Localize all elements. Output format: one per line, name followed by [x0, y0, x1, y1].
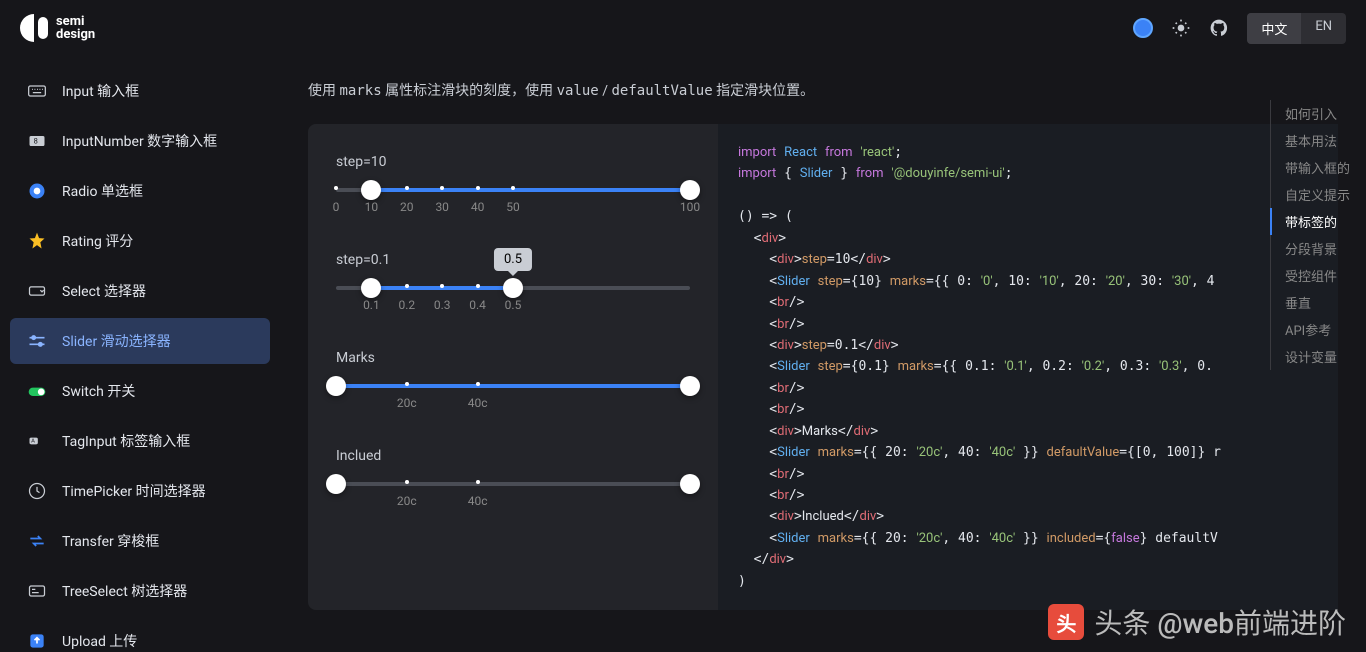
keyboard-icon [26, 80, 48, 102]
toc-item[interactable]: 设计变量 [1285, 343, 1350, 370]
slider-tooltip: 0.5 [494, 248, 532, 271]
theme-color-icon[interactable] [1133, 18, 1153, 38]
clock-icon [26, 480, 48, 502]
watermark-icon: 头 [1048, 604, 1084, 640]
svg-text:8: 8 [34, 137, 38, 146]
slider-handle[interactable] [680, 180, 700, 200]
toc-item[interactable]: 受控组件 [1285, 262, 1350, 289]
select-icon [26, 280, 48, 302]
toc-item[interactable]: 如何引入 [1285, 100, 1350, 127]
slider-s3: Marks20c40c [336, 350, 690, 412]
tree-icon [26, 580, 48, 602]
lang-zh-button[interactable]: 中文 [1247, 13, 1301, 44]
sidebar-item-switch[interactable]: Switch 开关 [10, 368, 270, 414]
watermark: 头 头条 @web前端进阶 [1048, 602, 1346, 642]
transfer-icon [26, 530, 48, 552]
sidebar-item-number[interactable]: 8 InputNumber 数字输入框 [10, 118, 270, 164]
star-icon [26, 230, 48, 252]
header-actions: 中文 EN [1133, 13, 1346, 44]
sidebar-item-tree[interactable]: TreeSelect 树选择器 [10, 568, 270, 614]
slider-track[interactable] [336, 384, 690, 388]
slider-track[interactable] [336, 482, 690, 486]
toc-item[interactable]: 带标签的 [1270, 208, 1350, 235]
slider-track[interactable] [336, 188, 690, 192]
toc-item[interactable]: 带输入框的 [1285, 154, 1350, 181]
github-icon[interactable] [1209, 18, 1229, 38]
demo-preview: step=1001020304050100 step=0.10.50.10.20.… [308, 124, 718, 610]
sidebar-item-label: TagInput 标签输入框 [62, 431, 190, 451]
sidebar-item-tag[interactable]: A TagInput 标签输入框 [10, 418, 270, 464]
sidebar-item-label: Radio 单选框 [62, 181, 143, 201]
slider-handle[interactable] [680, 474, 700, 494]
toc-item[interactable]: API参考 [1285, 316, 1350, 343]
switch-icon [26, 380, 48, 402]
sidebar-item-star[interactable]: Rating 评分 [10, 218, 270, 264]
sidebar-item-slider[interactable]: Slider 滑动选择器 [10, 318, 270, 364]
slider-label: Marks [336, 350, 690, 366]
sidebar-item-transfer[interactable]: Transfer 穿梭框 [10, 518, 270, 564]
slider-handle[interactable] [361, 278, 381, 298]
sidebar-item-label: Switch 开关 [62, 381, 135, 401]
sidebar-item-select[interactable]: Select 选择器 [10, 268, 270, 314]
slider-track[interactable]: 0.5 [336, 286, 690, 290]
slider-handle[interactable] [503, 278, 523, 298]
slider-s4: Inclued20c40c [336, 448, 690, 510]
tag-icon: A [26, 430, 48, 452]
sidebar-item-clock[interactable]: TimePicker 时间选择器 [10, 468, 270, 514]
sidebar-item-label: Rating 评分 [62, 231, 133, 251]
lang-en-button[interactable]: EN [1301, 13, 1346, 44]
sidebar: Input 输入框 8 InputNumber 数字输入框 Radio 单选框 Rati… [0, 56, 280, 652]
toc-item[interactable]: 垂直 [1285, 289, 1350, 316]
theme-toggle-icon[interactable] [1171, 18, 1191, 38]
code-panel: import React from 'react'; import { Slid… [718, 124, 1338, 610]
slider-handle[interactable] [326, 474, 346, 494]
slider-label: Inclued [336, 448, 690, 464]
sidebar-item-label: Transfer 穿梭框 [62, 531, 159, 551]
slider-handle[interactable] [680, 376, 700, 396]
sidebar-item-label: Select 选择器 [62, 281, 146, 301]
content: 使用 marks 属性标注滑块的刻度，使用 value / defaultVal… [280, 56, 1366, 652]
logo-mark-icon [20, 14, 48, 42]
sidebar-item-radio[interactable]: Radio 单选框 [10, 168, 270, 214]
sidebar-item-label: Slider 滑动选择器 [62, 331, 171, 351]
number-icon: 8 [26, 130, 48, 152]
svg-text:A: A [31, 439, 35, 445]
demo-panel: step=1001020304050100 step=0.10.50.10.20.… [308, 124, 1338, 610]
slider-s1: step=1001020304050100 [336, 154, 690, 216]
sidebar-item-label: TimePicker 时间选择器 [62, 481, 206, 501]
table-of-contents: 如何引入基本用法带输入框的自定义提示带标签的分段背景受控组件垂直API参考设计变… [1270, 100, 1350, 370]
language-switch: 中文 EN [1247, 13, 1346, 44]
upload-icon [26, 630, 48, 652]
logo[interactable]: semidesign [20, 14, 95, 42]
slider-handle[interactable] [361, 180, 381, 200]
sidebar-item-label: TreeSelect 树选择器 [62, 581, 187, 601]
sidebar-item-label: Input 输入框 [62, 81, 139, 101]
slider-label: step=10 [336, 154, 690, 170]
slider-s2: step=0.10.50.10.20.30.40.5 [336, 252, 690, 314]
section-description: 使用 marks 属性标注滑块的刻度，使用 value / defaultVal… [280, 80, 1366, 124]
sidebar-item-label: InputNumber 数字输入框 [62, 131, 217, 151]
radio-icon [26, 180, 48, 202]
sidebar-item-upload[interactable]: Upload 上传 [10, 618, 270, 652]
logo-text: semidesign [56, 15, 95, 41]
sidebar-item-label: Upload 上传 [62, 631, 137, 651]
toc-item[interactable]: 基本用法 [1285, 127, 1350, 154]
header: semidesign 中文 EN [0, 0, 1366, 56]
sidebar-item-keyboard[interactable]: Input 输入框 [10, 68, 270, 114]
slider-icon [26, 330, 48, 352]
slider-handle[interactable] [326, 376, 346, 396]
toc-item[interactable]: 分段背景 [1285, 235, 1350, 262]
toc-item[interactable]: 自定义提示 [1285, 181, 1350, 208]
